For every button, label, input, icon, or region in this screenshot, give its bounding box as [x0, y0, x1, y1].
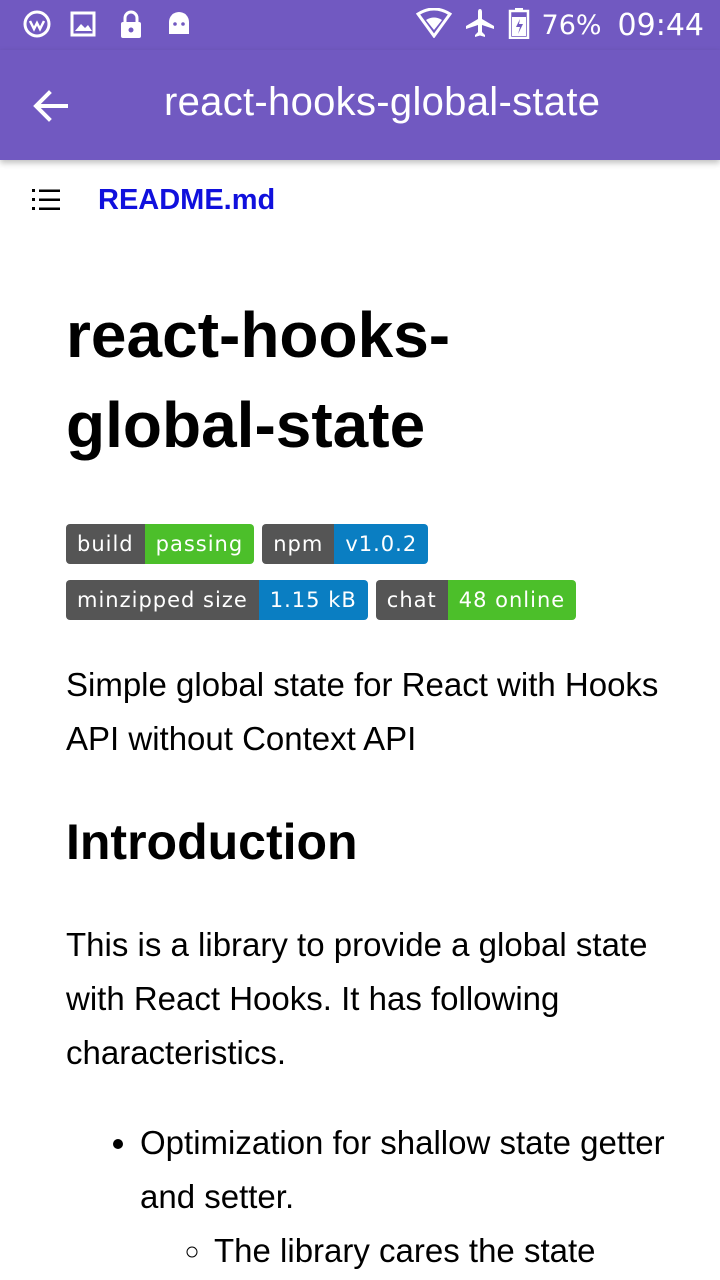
list-item: The library cares the state	[214, 1224, 666, 1278]
battery-icon	[508, 7, 530, 43]
arrow-left-icon	[33, 90, 68, 122]
npm-badge[interactable]: npm v1.0.2	[262, 524, 429, 564]
airplane-icon	[464, 7, 496, 43]
vpn-icon	[22, 8, 52, 40]
badges: build passing npm v1.0.2 minzipped size …	[66, 524, 666, 620]
back-button[interactable]	[20, 78, 80, 134]
build-badge[interactable]: build passing	[66, 524, 255, 564]
clock-time: 09:44	[617, 7, 704, 43]
readme-content: react-hooks-global-state build passing n…	[66, 246, 666, 1278]
toc-button[interactable]	[30, 186, 70, 220]
wifi-icon	[415, 7, 452, 42]
size-badge[interactable]: minzipped size 1.15 kB	[66, 580, 368, 620]
lock-icon	[116, 8, 146, 40]
list-icon	[32, 189, 60, 210]
lead-paragraph: Simple global state for React with Hooks…	[66, 666, 659, 757]
app-title: react-hooks-global-state	[164, 80, 601, 124]
chat-badge[interactable]: chat 48 online	[375, 580, 577, 620]
file-name-link[interactable]: README.md	[98, 184, 275, 217]
image-icon	[68, 8, 98, 40]
battery-percent: 76%	[541, 9, 602, 41]
list-item: Optimization for shallow state getter an…	[140, 1116, 666, 1278]
file-bar: README.md	[0, 160, 720, 246]
app-bar: react-hooks-global-state	[0, 50, 720, 160]
sub-list: The library cares the state	[140, 1224, 666, 1278]
status-bar: 76% 09:44	[0, 0, 720, 50]
section-title: Introduction	[66, 814, 358, 870]
android-icon	[164, 8, 194, 40]
feature-list: Optimization for shallow state getter an…	[66, 1116, 666, 1278]
intro-paragraph: This is a library to provide a global st…	[66, 926, 648, 1071]
readme-heading: react-hooks-global-state	[66, 299, 451, 461]
